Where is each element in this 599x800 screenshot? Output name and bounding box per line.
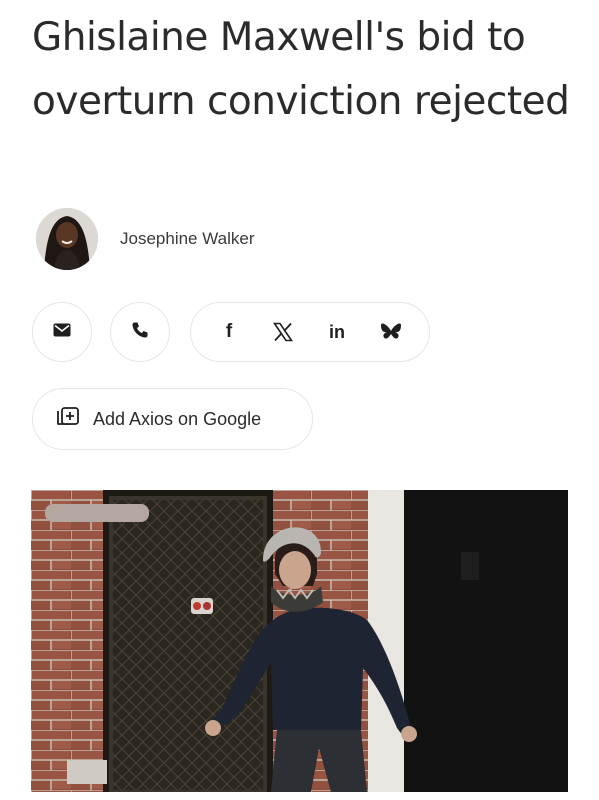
add-axios-on-google-label: Add Axios on Google	[93, 408, 262, 429]
facebook-icon[interactable]: f	[217, 320, 241, 344]
add-source-icon	[55, 405, 81, 434]
x-icon[interactable]	[271, 320, 295, 344]
share-toolbar: f in	[32, 302, 430, 362]
envelope-icon	[53, 323, 71, 342]
author-avatar[interactable]	[36, 208, 98, 270]
email-share-button[interactable]	[32, 302, 92, 362]
article-headline: Ghislaine Maxwell's bid to overturn conv…	[32, 15, 570, 124]
add-axios-on-google-button[interactable]: Add Axios on Google	[32, 388, 313, 450]
author-name[interactable]: Josephine Walker	[120, 229, 255, 249]
x-logo-icon	[273, 322, 293, 342]
butterfly-icon	[380, 323, 402, 339]
linkedin-glyph: in	[329, 321, 345, 342]
linkedin-icon[interactable]: in	[325, 320, 349, 344]
facebook-glyph: f	[225, 321, 233, 342]
bluesky-icon[interactable]	[379, 320, 403, 344]
phone-share-button[interactable]	[110, 302, 170, 362]
byline: Josephine Walker	[36, 206, 255, 272]
phone-icon	[131, 321, 149, 344]
social-share-group: f in	[190, 302, 430, 362]
woman-walking-photo	[31, 490, 568, 792]
article-photo[interactable]	[31, 490, 568, 792]
